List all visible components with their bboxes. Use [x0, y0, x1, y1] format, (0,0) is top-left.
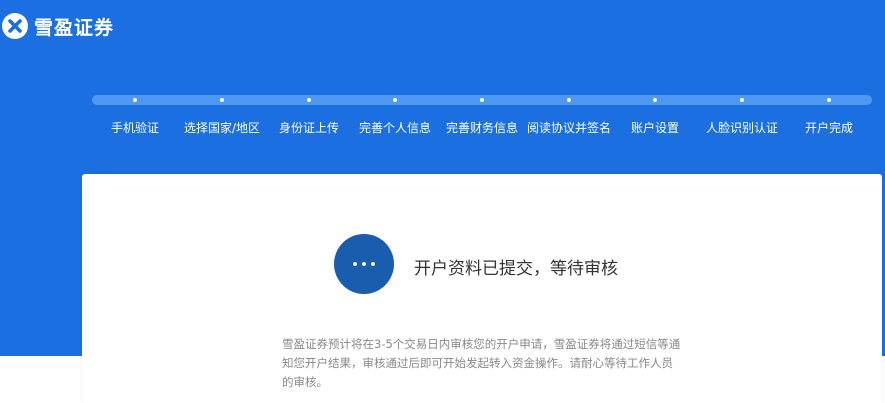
progress-track — [92, 95, 872, 105]
step-dot — [393, 98, 397, 102]
step-dot — [740, 98, 744, 102]
status-card: 开户资料已提交，等待审核 雪盈证券预计将在3-5个交易日内审核您的开户申请，雪盈… — [82, 174, 882, 403]
step-dot — [827, 98, 831, 102]
brand-name: 雪盈证券 — [34, 16, 115, 39]
step-dot — [220, 98, 224, 102]
step-label-complete: 开户完成 — [804, 121, 853, 135]
x-circle-icon — [2, 13, 28, 39]
step-dot — [307, 98, 311, 102]
ellipsis-icon — [334, 234, 394, 294]
step-dot — [133, 98, 137, 102]
status-description: 雪盈证券预计将在3-5个交易日内审核您的开户申请，雪盈证券将通过短信等通知您开户… — [282, 337, 681, 389]
step-dot — [653, 98, 657, 102]
step-dot — [480, 98, 484, 102]
brand-logo[interactable]: 雪盈证券 — [2, 12, 114, 40]
step-dot — [567, 98, 571, 102]
status-title: 开户资料已提交，等待审核 — [414, 259, 618, 279]
